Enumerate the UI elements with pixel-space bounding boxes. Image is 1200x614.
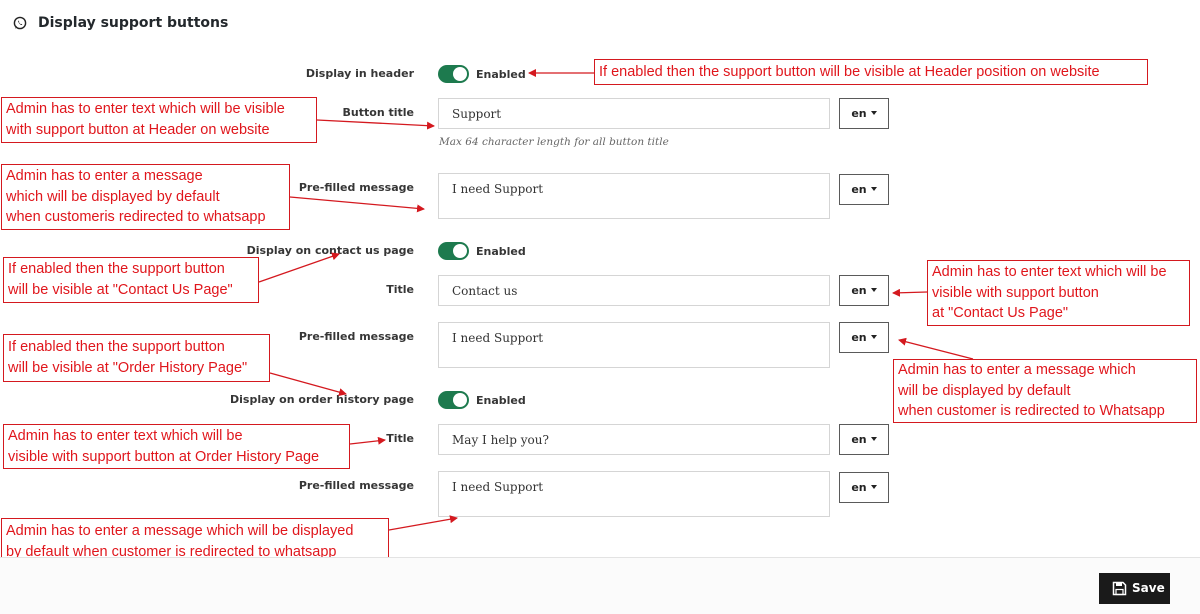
save-button-label: Save [1132,581,1165,595]
annotation-arrows [258,69,974,531]
arrow-to-header-message [289,196,425,213]
arrow-to-header-title [316,119,435,130]
footer-bar [0,558,1200,614]
support-buttons-panel: Display support buttons Display in heade… [0,0,1200,567]
arrow-to-order-toggle [269,372,347,396]
arrow-to-contact-toggle [258,252,340,283]
arrow-to-order-message [388,515,458,531]
floppy-disk-icon [1112,581,1127,596]
save-button[interactable]: Save [1099,573,1170,604]
arrow-to-order-title [349,436,386,445]
arrow-to-contact-title [892,288,928,297]
arrow-to-contact-message [898,337,974,360]
